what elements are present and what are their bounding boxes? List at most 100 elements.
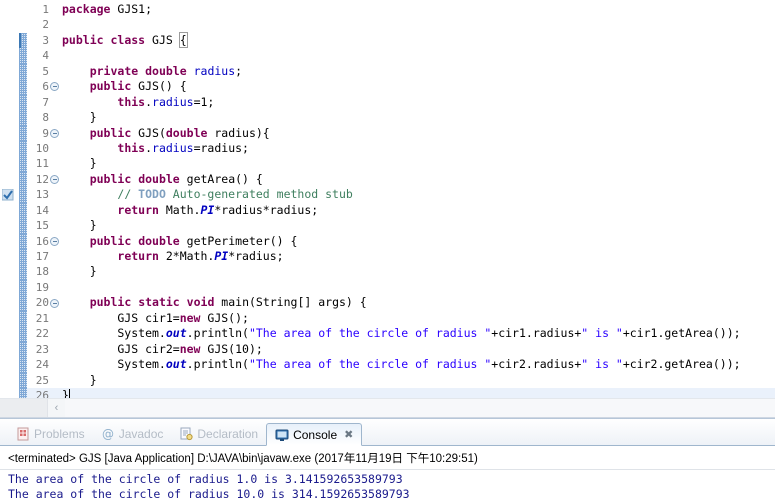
annotation-marker-column[interactable] bbox=[0, 63, 19, 80]
code-line[interactable]: 3 public class GJS { bbox=[0, 31, 775, 49]
code-line[interactable]: 1 package GJS1; bbox=[0, 2, 775, 18]
scroll-left-arrow-icon[interactable]: ‹ bbox=[48, 399, 65, 417]
annotation-marker-column[interactable] bbox=[0, 341, 19, 358]
annotation-marker-column[interactable] bbox=[0, 48, 19, 64]
code-line-text: } bbox=[62, 373, 97, 388]
code-line[interactable]: 12 public double getArea() { bbox=[0, 171, 775, 188]
change-indicator-bar bbox=[19, 326, 27, 342]
scrollbar-track[interactable] bbox=[65, 399, 775, 417]
editor-horizontal-scrollbar[interactable]: ‹ bbox=[0, 398, 775, 417]
line-number: 11 bbox=[35, 157, 49, 171]
annotation-marker-column[interactable] bbox=[0, 32, 19, 49]
code-line[interactable]: 19 bbox=[0, 279, 775, 296]
code-line[interactable]: 7 this.radius=1; bbox=[0, 94, 775, 111]
fold-collapse-icon[interactable] bbox=[50, 298, 59, 308]
annotation-marker-column[interactable] bbox=[0, 264, 19, 280]
annotation-marker-column[interactable] bbox=[0, 156, 19, 172]
tab-label: Declaration bbox=[197, 426, 259, 441]
code-token-str: "The area of the circle of radius " bbox=[248, 326, 492, 341]
console-icon bbox=[275, 428, 289, 442]
annotation-marker-column[interactable] bbox=[0, 2, 19, 18]
code-line[interactable]: 11 } bbox=[0, 156, 775, 172]
java-editor[interactable]: 1 package GJS1; 2 3 public class GJS {4 5 pri… bbox=[0, 0, 775, 418]
annotation-marker-column[interactable] bbox=[0, 202, 19, 219]
code-line[interactable]: 16 public double getPerimeter() { bbox=[0, 233, 775, 249]
fold-collapse-icon[interactable] bbox=[50, 128, 59, 138]
code-token-plain: +cir2.getArea()); bbox=[622, 357, 741, 372]
console-output[interactable]: The area of the circle of radius 1.0 is … bbox=[0, 470, 775, 504]
annotation-marker-column[interactable] bbox=[0, 171, 19, 188]
annotation-marker-column[interactable] bbox=[0, 295, 19, 311]
tab-problems[interactable]: Problems bbox=[8, 422, 93, 445]
annotation-marker-column[interactable] bbox=[0, 218, 19, 234]
code-token-stat: out bbox=[165, 326, 187, 341]
code-line[interactable]: 25 } bbox=[0, 372, 775, 388]
code-token-plain: } bbox=[62, 218, 97, 233]
close-icon[interactable]: ✖ bbox=[344, 428, 353, 441]
change-indicator-bar bbox=[19, 372, 27, 388]
annotation-marker-column[interactable] bbox=[0, 187, 19, 203]
line-number: 3 bbox=[42, 33, 49, 47]
code-line[interactable]: 21 GJS cir1=new GJS(); bbox=[0, 310, 775, 327]
code-token-stat: out bbox=[165, 357, 187, 372]
editor-code-scroll[interactable]: 1 package GJS1; 2 3 public class GJS {4 5 pri… bbox=[0, 0, 775, 400]
code-token-str: " is " bbox=[581, 326, 623, 341]
code-token-kw: class bbox=[110, 32, 146, 47]
code-token-plain: +cir1.radius+ bbox=[491, 326, 582, 341]
code-line[interactable]: 18 } bbox=[0, 264, 775, 280]
annotation-marker-column[interactable] bbox=[0, 125, 19, 141]
code-line[interactable]: 2 bbox=[0, 17, 775, 33]
code-line[interactable]: 4 bbox=[0, 48, 775, 64]
line-number: 13 bbox=[35, 188, 49, 202]
annotation-marker-column[interactable] bbox=[0, 372, 19, 388]
annotation-marker-column[interactable] bbox=[0, 357, 19, 373]
code-line[interactable]: 22 System.out.println("The area of the c… bbox=[0, 326, 775, 342]
code-line[interactable]: 5 private double radius; bbox=[0, 63, 775, 80]
annotation-marker-column[interactable] bbox=[0, 17, 19, 33]
code-line-text: System.out.println("The area of the circ… bbox=[62, 326, 740, 341]
annotation-marker-column[interactable] bbox=[0, 110, 19, 126]
fold-collapse-icon[interactable] bbox=[50, 236, 59, 246]
annotation-marker-column[interactable] bbox=[0, 249, 19, 265]
view-tab-bar[interactable]: Problems @ Javadoc Declaration Console ✖ bbox=[0, 419, 775, 446]
code-token-plain: =radius; bbox=[193, 140, 249, 155]
change-indicator-bar bbox=[19, 63, 27, 80]
code-token-plain: System. bbox=[62, 326, 166, 341]
code-line[interactable]: 14 return Math.PI*radius*radius; bbox=[0, 202, 775, 219]
annotation-marker-column[interactable] bbox=[0, 233, 19, 249]
code-token-stat: PI bbox=[200, 202, 215, 217]
annotation-marker-column[interactable] bbox=[0, 326, 19, 342]
console-view[interactable]: <terminated> GJS [Java Application] D:\J… bbox=[0, 446, 775, 504]
code-line[interactable]: 8 } bbox=[0, 110, 775, 126]
code-line-text: System.out.println("The area of the circ… bbox=[62, 357, 741, 372]
annotation-marker-column[interactable] bbox=[0, 140, 19, 157]
eclipse-ide-window: 1 package GJS1; 2 3 public class GJS {4 5 pri… bbox=[0, 0, 775, 504]
code-line[interactable]: 20 public static void main(String[] args… bbox=[0, 295, 775, 311]
tab-declaration[interactable]: Declaration bbox=[171, 422, 266, 445]
line-number: 14 bbox=[35, 203, 49, 217]
code-line[interactable]: 10 this.radius=radius; bbox=[0, 140, 775, 157]
scrollbar-gutter-spacer bbox=[0, 399, 48, 417]
annotation-marker-column[interactable] bbox=[0, 279, 19, 296]
line-number: 16 bbox=[35, 234, 49, 248]
tab-javadoc[interactable]: @ Javadoc bbox=[93, 422, 172, 445]
code-line[interactable]: 9 public GJS(double radius){ bbox=[0, 125, 775, 141]
tab-console[interactable]: Console ✖ bbox=[266, 423, 363, 446]
code-line[interactable]: 17 return 2*Math.PI*radius; bbox=[0, 249, 775, 265]
line-number: 23 bbox=[35, 342, 49, 356]
code-line[interactable]: 15 } bbox=[0, 218, 775, 234]
line-number: 19 bbox=[35, 280, 49, 294]
code-line[interactable]: 13 // TODO Auto-generated method stub bbox=[0, 187, 775, 203]
code-line[interactable]: 24 System.out.println("The area of the c… bbox=[0, 357, 775, 373]
fold-collapse-icon[interactable] bbox=[50, 175, 59, 184]
editor-text-area[interactable]: 1 package GJS1; 2 3 public class GJS {4 5 pri… bbox=[0, 0, 775, 400]
annotation-marker-column[interactable] bbox=[0, 94, 19, 111]
code-token-plain: } bbox=[62, 372, 97, 387]
annotation-marker-column[interactable] bbox=[0, 310, 19, 327]
code-line[interactable]: 6 public GJS() { bbox=[0, 79, 775, 95]
line-number: 10 bbox=[35, 141, 49, 155]
fold-collapse-icon[interactable] bbox=[50, 82, 59, 92]
code-line[interactable]: 23 GJS cir2=new GJS(10); bbox=[0, 341, 775, 358]
annotation-marker-column[interactable] bbox=[0, 79, 19, 95]
